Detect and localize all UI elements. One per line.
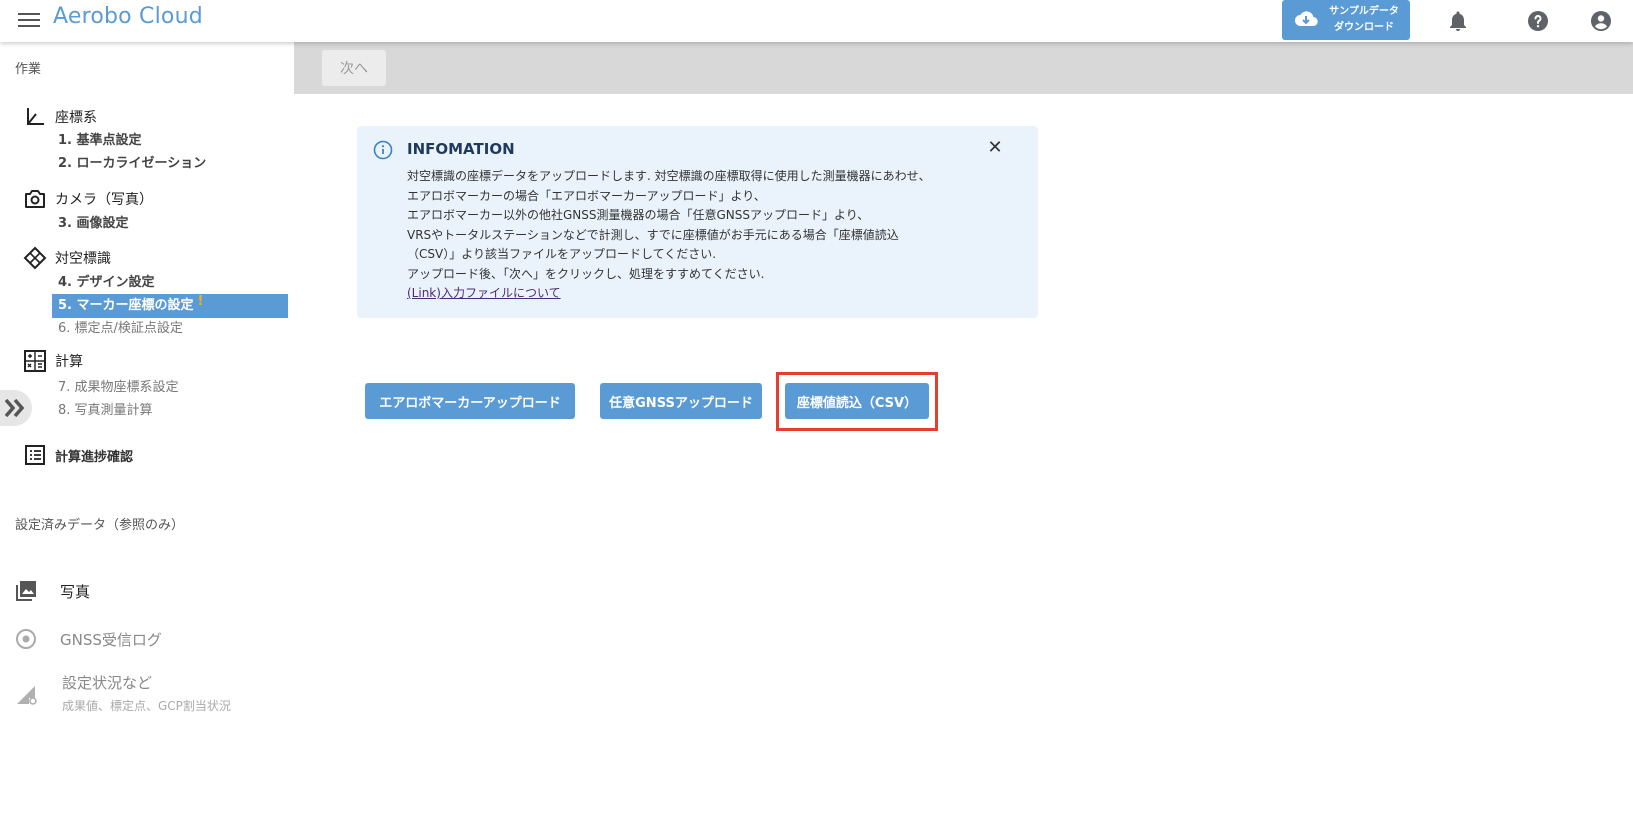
signal-settings-icon: [17, 686, 37, 705]
nav-gnss-log[interactable]: GNSS受信ログ: [15, 628, 162, 650]
sidebar-step-5-active[interactable]: 5. マーカー座標の設定!: [52, 294, 288, 318]
info-line: 対空標識の座標データをアップロードします. 対空標識の座標取得に使用した測量機器…: [407, 169, 931, 183]
coordinate-csv-import-button[interactable]: 座標値読込（CSV）: [785, 383, 929, 419]
top-app-bar: Aerobo Cloud サンプルデータ ダウンロード: [0, 0, 1633, 42]
sample-data-label-line2: ダウンロード: [1334, 22, 1394, 33]
sample-data-download-button[interactable]: サンプルデータ ダウンロード: [1282, 0, 1410, 40]
help-icon[interactable]: [1526, 9, 1550, 33]
nav-settings-label: 設定状況など: [62, 674, 153, 692]
step-number: 6.: [58, 321, 71, 336]
step-label: 写真測量計算: [74, 403, 153, 418]
sidebar-step-4[interactable]: 4. デザイン設定: [58, 273, 155, 293]
sidebar-group-coordinate[interactable]: 座標系: [22, 105, 97, 129]
sidebar-group-label: カメラ（写真）: [55, 192, 153, 208]
bell-icon[interactable]: [1446, 9, 1470, 33]
double-chevron-right-icon: [4, 398, 25, 418]
section-label-reference: 設定済みデータ（参照のみ）: [15, 518, 185, 533]
next-button[interactable]: 次へ: [322, 50, 386, 86]
sidebar-group-label: 対空標識: [55, 251, 111, 267]
nav-photos[interactable]: 写真: [15, 580, 90, 602]
nav-photos-label: 写真: [60, 582, 91, 601]
sample-data-label-line1: サンプルデータ: [1329, 6, 1399, 17]
information-alert: INFOMATION ✕ 対空標識の座標データをアップロードします. 対空標識の…: [357, 126, 1038, 318]
input-file-info-link[interactable]: (Link)入力ファイルについて: [407, 286, 561, 300]
photo-library-icon: [16, 581, 36, 601]
step-number: 3.: [58, 216, 72, 231]
nav-settings-sublabel: 成果値、標定点、GCP割当状況: [62, 699, 231, 713]
close-icon[interactable]: ✕: [985, 138, 1005, 158]
coordinate-axis-icon: [22, 105, 48, 129]
step-number: 8.: [58, 403, 71, 418]
progress-check-label: 計算進捗確認: [55, 449, 134, 465]
step-number: 7.: [58, 380, 71, 395]
sidebar-group-aerial-marker[interactable]: 対空標識: [22, 246, 111, 270]
nav-gnss-log-label: GNSS受信ログ: [60, 630, 162, 649]
info-line: アップロード後、「次へ」をクリックし、処理をすすめてください.: [407, 266, 765, 281]
any-gnss-upload-button[interactable]: 任意GNSSアップロード: [600, 383, 762, 419]
main-content: 次へ INFOMATION ✕ 対空標識の座標データをアップロードします. 対空…: [294, 42, 1633, 816]
cloud-download-icon: [1294, 11, 1318, 27]
sidebar-group-camera[interactable]: カメラ（写真）: [22, 187, 153, 211]
info-body: 対空標識の座標データをアップロードします. 対空標識の座標取得に使用した測量機器…: [407, 167, 931, 304]
step-number: 2.: [58, 156, 72, 171]
step-number: 4.: [58, 275, 72, 290]
info-line: エアロボマーカー以外の他社GNSS測量機器の場合「任意GNSSアップロード」より…: [407, 208, 870, 222]
step-label: 基準点設定: [76, 133, 142, 148]
sidebar-group-label: 計算: [55, 354, 83, 370]
step-number: 5.: [58, 298, 72, 313]
camera-icon: [22, 187, 48, 211]
sidebar-step-3[interactable]: 3. 画像設定: [58, 214, 129, 234]
step-label: 標定点/検証点設定: [74, 321, 183, 336]
info-line: エアロボマーカーの場合「エアロボマーカーアップロード」より、: [407, 188, 766, 203]
sidebar-group-label: 座標系: [55, 110, 97, 126]
calculator-icon: [22, 349, 48, 373]
diamond-marker-icon: [22, 246, 48, 270]
step-label: デザイン設定: [76, 275, 155, 290]
step-number: 1.: [58, 133, 72, 148]
list-icon: [22, 443, 48, 467]
step-label: マーカー座標の設定: [76, 298, 194, 313]
step-label: 画像設定: [76, 216, 129, 231]
sidebar-step-8[interactable]: 8. 写真測量計算: [58, 401, 153, 421]
sidebar-progress-check[interactable]: 計算進捗確認: [22, 443, 133, 467]
info-line: （CSV）」より該当ファイルをアップロードしてください.: [407, 247, 717, 261]
info-title: INFOMATION: [407, 140, 515, 158]
app-title: Aerobo Cloud: [53, 4, 203, 29]
sidebar-step-1[interactable]: 1. 基準点設定: [58, 131, 142, 151]
sidebar-group-calculation[interactable]: 計算: [22, 349, 83, 373]
radio-target-icon: [16, 629, 36, 649]
section-label-work: 作業: [15, 62, 42, 77]
step-toolbar: 次へ: [294, 42, 1633, 94]
warning-badge: !: [197, 294, 204, 309]
info-icon: [373, 140, 393, 160]
sidebar-step-7[interactable]: 7. 成果物座標系設定: [58, 378, 179, 398]
sidebar: 作業 座標系 1. 基準点設定 2. ローカライゼーション カメラ（写真） 3.…: [0, 42, 294, 816]
sidebar-step-2[interactable]: 2. ローカライゼーション: [58, 154, 206, 174]
aerobo-marker-upload-button[interactable]: エアロボマーカーアップロード: [365, 383, 575, 419]
account-circle-icon[interactable]: [1589, 9, 1613, 33]
nav-settings-status[interactable]: 設定状況など 成果値、標定点、GCP割当状況: [15, 672, 231, 714]
step-label: ローカライゼーション: [76, 156, 207, 171]
sidebar-step-6[interactable]: 6. 標定点/検証点設定: [58, 319, 183, 339]
step-label: 成果物座標系設定: [74, 380, 179, 395]
hamburger-menu-icon[interactable]: [18, 10, 40, 32]
info-line: VRSやトータルステーションなどで計測し、すでに座標値がお手元にある場合「座標値…: [407, 227, 899, 242]
